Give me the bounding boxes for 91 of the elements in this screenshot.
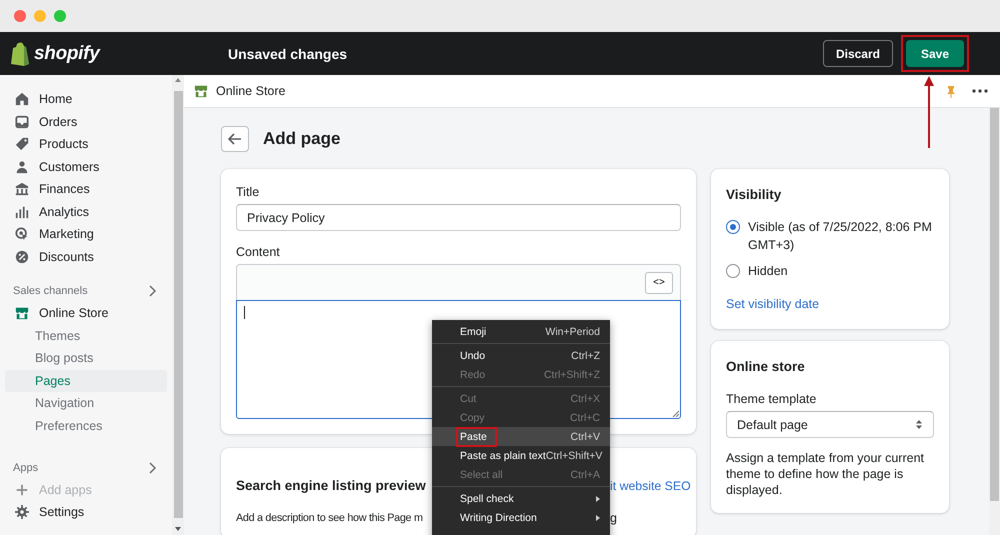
sidebar-item[interactable]: Preferences [5, 414, 167, 437]
menu-item[interactable]: Emoji Win+Period [432, 322, 610, 341]
sidebar-item[interactable]: Home [5, 88, 167, 110]
sidebar-item[interactable]: Products [5, 133, 167, 156]
menu-item[interactable]: Writing Direction [432, 508, 610, 527]
menu-item-label: Cut [460, 392, 478, 404]
text-cursor [244, 306, 245, 319]
tray-icon [15, 114, 29, 129]
theme-template-select[interactable]: Default page [726, 411, 934, 438]
menu-item-label: Select all [460, 468, 504, 480]
back-arrow-icon [228, 133, 242, 145]
submenu-arrow-icon [596, 496, 600, 502]
description-text: Add a description to see how this Page m [236, 512, 424, 524]
bar-chart-icon [15, 204, 29, 219]
resize-handle-icon[interactable] [672, 410, 679, 417]
sidebar-item[interactable]: Settings [5, 500, 84, 523]
description-text: g [610, 511, 618, 525]
sort-arrows-icon [915, 419, 923, 430]
section-heading: Sales channels [13, 285, 88, 297]
house-icon [15, 92, 29, 106]
shortcut-text: Ctrl+A [570, 468, 600, 480]
menu-item[interactable]: Paste as plain textCtrl+Shift+V [432, 446, 610, 465]
page-title: Add page [263, 129, 340, 149]
bank-icon [15, 182, 29, 196]
visibility-date-link[interactable]: Set visibility date [726, 297, 934, 311]
menu-item-label: Copy [460, 412, 486, 424]
shortcut-text: Ctrl+C [570, 412, 600, 424]
shortcut-text: Ctrl+Z [571, 350, 600, 362]
section-heading: Apps [13, 462, 38, 474]
card-heading: Online store [726, 359, 806, 374]
menu-item-label: Spell check [460, 492, 515, 504]
sidebar-item[interactable]: Marketing [5, 223, 167, 246]
person-icon [15, 160, 29, 174]
card-heading: Search engine listing preview [236, 478, 427, 493]
field-label: Title [236, 185, 260, 199]
sidebar-item[interactable]: Pages [5, 370, 167, 392]
shortcut-text: Win+Period [545, 326, 600, 338]
seo-link[interactable]: it website SEO [610, 478, 691, 492]
bag-logo-icon [10, 42, 30, 66]
card-heading: Visibility [726, 187, 782, 202]
field-label: Content [236, 245, 281, 259]
more-icon[interactable] [972, 89, 988, 93]
sidebar-item[interactable]: Online Store [5, 302, 167, 324]
html-toggle-button[interactable]: <> [645, 272, 673, 294]
shortcut-text: Ctrl+X [570, 392, 600, 404]
chevron-right-icon[interactable] [147, 285, 157, 297]
sidebar-item[interactable]: Finances [5, 178, 167, 200]
title-field[interactable]: Privacy Policy [236, 204, 681, 231]
close-icon[interactable] [14, 10, 26, 22]
breadcrumb-title: Online Store [216, 84, 286, 98]
page-status-title: Unsaved changes [228, 46, 348, 62]
shortcut-text: Ctrl+Shift+Z [544, 368, 600, 380]
radio-button[interactable] [726, 220, 740, 234]
save-button[interactable]: Save [906, 40, 964, 67]
menu-item[interactable]: Undo Ctrl+Z [432, 346, 610, 365]
menu-item-label: Emoji [460, 326, 488, 338]
scrollbar[interactable] [989, 108, 1000, 535]
help-text: Assign a template from your current theme to define how the page is displayed. [726, 450, 925, 498]
radio-button[interactable] [726, 264, 740, 278]
sidebar-item[interactable]: Orders [5, 110, 167, 133]
sidebar-item[interactable]: Themes [5, 324, 167, 347]
sidebar-item[interactable]: Analytics [5, 200, 167, 223]
menu-item[interactable]: Spell check [432, 489, 610, 508]
chevron-right-icon[interactable] [147, 462, 157, 474]
annotation-arrow [923, 76, 935, 148]
menu-item-label: Undo [460, 350, 486, 362]
radio-option[interactable]: Hidden [726, 262, 934, 280]
menu-item-label: Writing Direction [460, 512, 538, 524]
scrollbar[interactable] [172, 75, 184, 535]
sidebar-item[interactable]: Discounts [5, 246, 167, 268]
submenu-arrow-icon [596, 514, 600, 520]
discount-icon [15, 250, 29, 264]
tag-icon [15, 137, 29, 152]
shortcut-text: Ctrl+Shift+V [546, 450, 602, 462]
storefront-icon [194, 84, 208, 98]
sidebar-item[interactable]: Blog posts [5, 347, 167, 370]
plus-icon [15, 483, 29, 498]
sidebar-item[interactable]: Navigation [5, 392, 167, 414]
radio-label: Hidden [748, 263, 788, 280]
storefront-icon [15, 306, 29, 320]
logo-text: shopify [34, 42, 100, 64]
shortcut-text: Ctrl+V [570, 430, 600, 442]
menu-item[interactable]: Paste Ctrl+V [432, 427, 610, 446]
target-icon [15, 227, 29, 242]
sidebar-item[interactable]: Customers [5, 156, 167, 178]
menu-item-label: Paste as plain text [460, 450, 546, 462]
menu-item-label: Redo [460, 368, 486, 380]
back-button[interactable] [221, 126, 249, 152]
field-label: Theme template [726, 392, 818, 406]
settings-icon [15, 504, 29, 519]
discard-button[interactable]: Discard [822, 40, 893, 67]
